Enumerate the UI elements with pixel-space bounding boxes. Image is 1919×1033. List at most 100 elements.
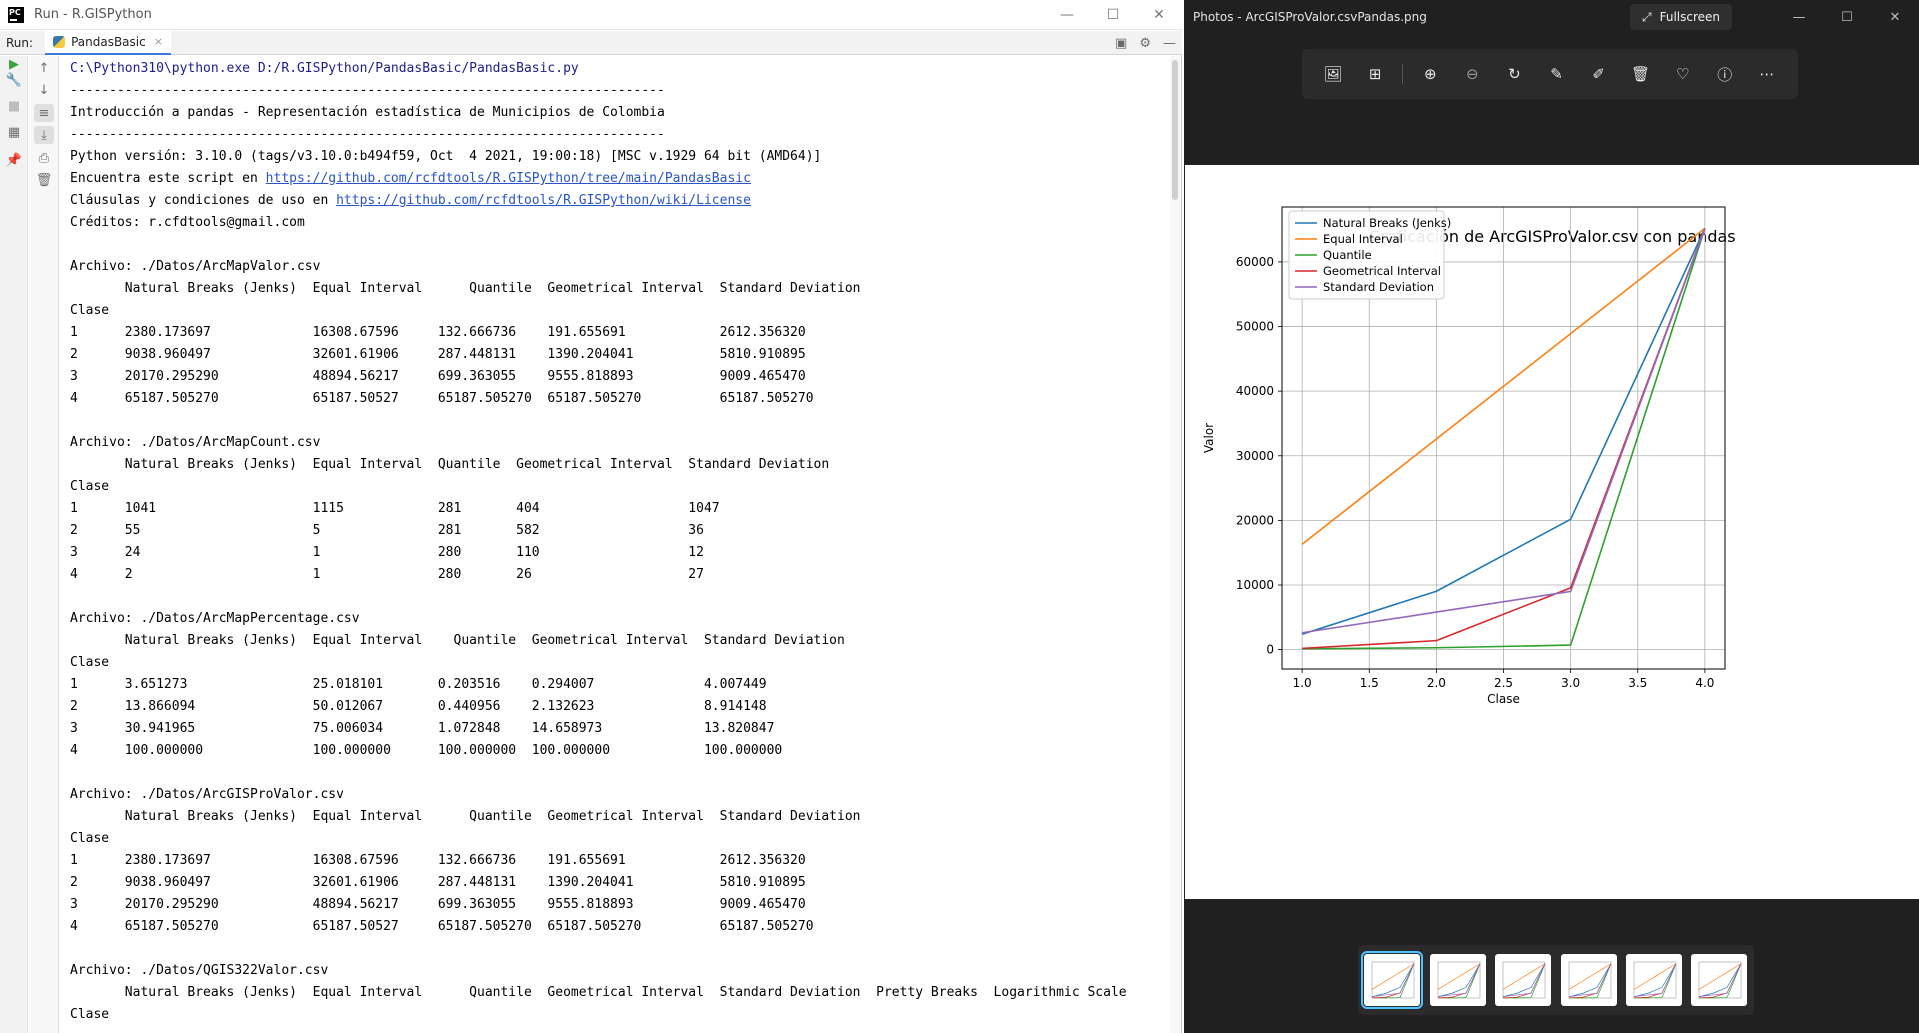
filmstrip-thumb[interactable] (1691, 954, 1747, 1006)
zoom-out-icon[interactable]: ⊖ (1457, 59, 1487, 89)
thumb-chart (1437, 961, 1481, 999)
pin-icon[interactable]: 📌 (6, 152, 22, 168)
console-line: Clase (70, 655, 110, 670)
console-line: 2 9038.960497 32601.61906 287.448131 139… (70, 347, 806, 362)
console-line: 4 65187.505270 65187.50527 65187.505270 … (70, 391, 814, 406)
y-tick-label: 10000 (1236, 578, 1274, 592)
console-line: 2 13.866094 50.012067 0.440956 2.132623 … (70, 699, 767, 714)
wrench-icon[interactable]: 🔧 (6, 72, 22, 88)
tab-close-icon[interactable]: × (154, 35, 163, 48)
maximize-button[interactable]: ☐ (1090, 0, 1136, 30)
console-line: Archivo: ./Datos/ArcMapCount.csv (70, 435, 321, 450)
pycharm-run-window: PC Run - R.GISPython — ☐ ✕ Run: PandasBa… (0, 0, 1182, 1033)
trash-icon[interactable]: 🗑 (36, 172, 53, 188)
arrow-down-icon[interactable]: ↓ (36, 82, 52, 98)
x-tick-label: 4.0 (1695, 676, 1714, 690)
console-link[interactable]: https://github.com/rcfdtools/R.GISPython… (336, 193, 751, 208)
more-icon[interactable]: ⋯ (1752, 59, 1782, 89)
filmstrip-thumb[interactable] (1626, 954, 1682, 1006)
console-line: Clase (70, 1007, 110, 1022)
console-line: ----------------------------------------… (70, 83, 665, 98)
minimize-button[interactable]: — (1044, 0, 1090, 30)
legend-label: Equal Interval (1323, 232, 1403, 246)
photos-minimize-button[interactable]: — (1775, 0, 1823, 34)
stop-icon[interactable]: ■ (6, 98, 22, 114)
console-line: 4 65187.505270 65187.50527 65187.505270 … (70, 919, 814, 934)
soft-wrap-icon[interactable]: ≡ (34, 104, 54, 122)
console-line: ----------------------------------------… (70, 127, 665, 142)
delete-icon[interactable]: 🗑 (1626, 59, 1656, 89)
console-side-toolbar: ↑ ↓ ≡ ⤓ ⎙ 🗑 (29, 56, 59, 1033)
layout-grid-icon[interactable]: ▦ (6, 124, 22, 140)
thumb-chart (1502, 961, 1546, 999)
run-console-output[interactable]: C:\Python310\python.exe D:/R.GISPython/P… (70, 58, 1160, 1033)
draw-icon[interactable]: ✐ (1584, 59, 1614, 89)
console-line: 1 1041 1115 281 404 1047 (70, 501, 720, 516)
console-line: 4 2 1 280 26 27 (70, 567, 704, 582)
console-line: Créditos: r.cfdtools@gmail.com (70, 215, 305, 230)
window-title: Run - R.GISPython (34, 7, 152, 22)
print-icon[interactable]: ⎙ (36, 150, 52, 166)
pycharm-logo-icon: PC (8, 6, 24, 23)
fullscreen-label: Fullscreen (1659, 10, 1721, 24)
x-tick-label: 2.5 (1494, 676, 1513, 690)
image-icon[interactable]: 🖼 (1318, 59, 1348, 89)
console-line: Introducción a pandas - Representación e… (70, 105, 665, 120)
arrow-up-icon[interactable]: ↑ (36, 60, 52, 76)
gear-icon[interactable]: ⚙ (1139, 36, 1151, 51)
photos-close-button[interactable]: ✕ (1871, 0, 1919, 34)
y-axis-label: Valor (1202, 423, 1216, 453)
x-tick-label: 3.0 (1561, 676, 1580, 690)
legend-label: Quantile (1323, 248, 1372, 262)
filmstrip-thumb[interactable] (1361, 951, 1423, 1009)
info-icon[interactable]: ⓘ (1710, 59, 1740, 89)
grid-icon[interactable]: ⊞ (1360, 59, 1390, 89)
run-toolbar: Run: PandasBasic × ▣ ⚙ — (0, 30, 1182, 55)
pycharm-titlebar: PC Run - R.GISPython — ☐ ✕ (0, 0, 1182, 30)
console-line: 2 55 5 281 582 36 (70, 523, 704, 538)
console-line: Archivo: ./Datos/ArcMapPercentage.csv (70, 611, 360, 626)
console-line: 3 24 1 280 110 12 (70, 545, 704, 560)
console-line: Python versión: 3.10.0 (tags/v3.10.0:b49… (70, 149, 822, 164)
run-icon[interactable]: ▶ (6, 56, 22, 72)
tab-pandasbasic[interactable]: PandasBasic × (45, 30, 171, 55)
toolbar-divider (1402, 64, 1404, 84)
layout-icon[interactable]: ▣ (1115, 36, 1127, 51)
console-line: Clase (70, 303, 110, 318)
line-chart: 1.0 1.5 2.0 2.5 3.0 3.5 4.0 0 10000 20000 30000 400… (1202, 206, 1726, 706)
console-line: 1 2380.173697 16308.67596 132.666736 191… (70, 325, 806, 340)
y-tick-label: 0 (1266, 643, 1274, 657)
console-link[interactable]: https://github.com/rcfdtools/R.GISPython… (266, 171, 751, 186)
console-line: Clase (70, 831, 110, 846)
fullscreen-button[interactable]: ⤢ Fullscreen (1630, 4, 1733, 30)
zoom-in-icon[interactable]: ⊕ (1415, 59, 1445, 89)
console-line: Natural Breaks (Jenks) Equal Interval Qu… (70, 809, 861, 824)
hide-icon[interactable]: — (1163, 36, 1176, 51)
filmstrip-thumb[interactable] (1561, 954, 1617, 1006)
filmstrip-thumb[interactable] (1430, 954, 1486, 1006)
image-canvas[interactable]: Graficación de ArcGISProValor.csv con pa… (1185, 165, 1919, 899)
console-scrollbar-thumb[interactable] (1172, 60, 1178, 200)
edit-image-icon[interactable]: ✎ (1542, 59, 1572, 89)
thumb-chart (1568, 961, 1612, 999)
photos-toolbar: 🖼 ⊞ ⊕ ⊖ ↻ ✎ ✐ 🗑 ♡ ⓘ ⋯ (1302, 49, 1798, 99)
legend-label: Geometrical Interval (1323, 264, 1441, 278)
heart-icon[interactable]: ♡ (1668, 59, 1698, 89)
y-tick-label: 50000 (1236, 320, 1274, 334)
scroll-to-end-icon[interactable]: ⤓ (34, 126, 54, 144)
run-label: Run: (6, 35, 34, 50)
rotate-icon[interactable]: ↻ (1499, 59, 1529, 89)
console-line: Natural Breaks (Jenks) Equal Interval Qu… (70, 985, 1127, 1000)
close-button[interactable]: ✕ (1136, 0, 1182, 30)
console-line: C:\Python310\python.exe D:/R.GISPython/P… (70, 61, 579, 76)
console-line: 2 9038.960497 32601.61906 287.448131 139… (70, 875, 806, 890)
console-scrollbar[interactable] (1170, 56, 1180, 1033)
legend: Natural Breaks (Jenks) Equal Interval Quan… (1288, 210, 1451, 300)
filmstrip-thumb[interactable] (1495, 954, 1551, 1006)
x-tick-label: 2.0 (1427, 676, 1446, 690)
console-line: Encuentra este script en https://github.… (70, 168, 1160, 190)
photos-maximize-button[interactable]: ☐ (1823, 0, 1871, 34)
filmstrip (1358, 945, 1754, 1015)
console-line: Archivo: ./Datos/QGIS322Valor.csv (70, 963, 329, 978)
